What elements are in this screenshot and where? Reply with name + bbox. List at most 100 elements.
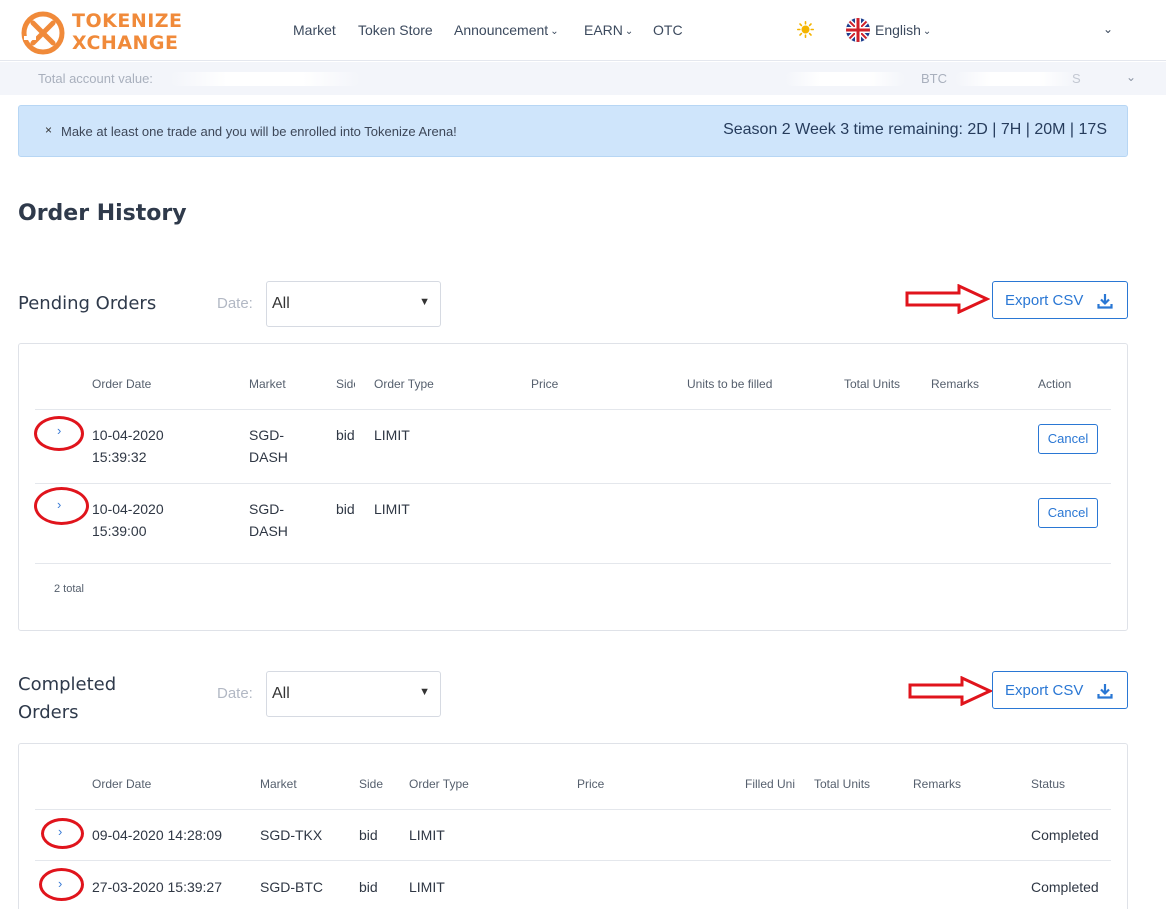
top-navbar: TOKENIZE XCHANGE Market Token Store Anno…: [0, 0, 1166, 61]
completed-date-value: All: [272, 685, 290, 702]
order-date-time: 15:39:00: [92, 523, 147, 539]
cancel-button[interactable]: Cancel: [1038, 424, 1098, 454]
col-side: Side: [359, 777, 384, 791]
pending-orders-title: Pending Orders: [18, 293, 157, 314]
page-title: Order History: [18, 201, 187, 226]
completed-orders-title: Completed Orders: [18, 671, 116, 727]
expand-row-icon[interactable]: ›: [58, 824, 62, 839]
btc-label: BTC: [921, 71, 947, 86]
col-side: Side: [336, 377, 355, 391]
order-date: 09-04-2020 14:28:09: [92, 827, 222, 843]
chevron-down-icon: ⌄: [624, 26, 634, 37]
completed-title-line-1: Completed: [18, 674, 117, 695]
currency-suffix: S: [1072, 71, 1081, 86]
close-icon[interactable]: ×: [45, 123, 52, 137]
annotation-arrow: [905, 284, 990, 314]
download-icon: [1097, 294, 1113, 309]
nav-announcement-label: Announcement: [454, 22, 549, 38]
completed-date-select[interactable]: All ▼: [266, 671, 441, 717]
order-date: 10-04-2020 15:39:00: [92, 498, 164, 542]
col-order-date: Order Date: [92, 377, 152, 391]
side: bid: [336, 427, 355, 443]
order-type: LIMIT: [409, 879, 445, 895]
export-csv-label: Export CSV: [1005, 682, 1084, 699]
col-order-date: Order Date: [92, 777, 152, 791]
completed-date-label: Date:: [217, 685, 253, 702]
redacted-value: [170, 72, 360, 86]
col-status: Status: [1031, 777, 1066, 791]
col-remarks: Remarks: [913, 777, 962, 791]
market: SGD- DASH: [249, 424, 288, 468]
nav-earn[interactable]: EARN ⌄: [584, 22, 633, 38]
order-date-time: 15:39:32: [92, 449, 147, 465]
chevron-down-icon[interactable]: ⌄: [1126, 70, 1136, 84]
order-type: LIMIT: [374, 427, 410, 443]
status: Completed: [1031, 827, 1099, 843]
nav-otc[interactable]: OTC: [653, 22, 683, 38]
status: Completed: [1031, 879, 1099, 895]
language-selector[interactable]: English ⌄: [875, 22, 931, 38]
chevron-down-icon: ⌄: [550, 26, 559, 37]
nav-earn-label: EARN: [584, 22, 623, 38]
cancel-button[interactable]: Cancel: [1038, 498, 1098, 528]
side: bid: [359, 879, 378, 895]
header-divider: [35, 409, 1111, 410]
market-part-1: SGD-: [249, 501, 284, 517]
pending-orders-table: Order Date Market Side Order Type Price …: [18, 343, 1128, 631]
completed-title-line-2: Orders: [18, 702, 79, 723]
sun-icon[interactable]: [797, 21, 814, 38]
market-part-1: SGD-: [249, 427, 284, 443]
row-divider: [35, 860, 1111, 861]
completed-export-csv-button[interactable]: Export CSV: [992, 671, 1128, 709]
row-divider: [35, 563, 1111, 564]
col-order-type: Order Type: [409, 777, 469, 791]
annotation-arrow: [908, 676, 993, 706]
uk-flag-icon: [846, 18, 870, 42]
language-label: English: [875, 22, 921, 38]
order-type: LIMIT: [374, 501, 410, 517]
brand-line-2: XCHANGE: [72, 32, 179, 54]
order-date: 10-04-2020 15:39:32: [92, 424, 164, 468]
pending-export-csv-button[interactable]: Export CSV: [992, 281, 1128, 319]
col-remarks: Remarks: [931, 377, 980, 391]
col-filled-units: Filled Units: [745, 777, 795, 791]
nav-token-store[interactable]: Token Store: [358, 22, 433, 38]
chevron-down-icon: ⌄: [922, 26, 932, 37]
caret-down-icon: ▼: [419, 686, 430, 698]
order-date-day: 10-04-2020: [92, 501, 164, 517]
caret-down-icon: ▼: [419, 296, 430, 308]
col-order-type: Order Type: [374, 377, 434, 391]
market: SGD- DASH: [249, 498, 288, 542]
market-part-2: DASH: [249, 449, 288, 465]
row-divider: [35, 483, 1111, 484]
redacted-value: [785, 72, 905, 86]
order-date-day: 10-04-2020: [92, 427, 164, 443]
market-part-2: DASH: [249, 523, 288, 539]
nav-announcement[interactable]: Announcement ⌄: [454, 22, 559, 38]
arena-banner: × Make at least one trade and you will b…: [18, 105, 1128, 157]
col-price: Price: [531, 377, 559, 391]
col-total-units: Total Units: [814, 777, 871, 791]
col-market: Market: [260, 777, 297, 791]
banner-message: Make at least one trade and you will be …: [61, 124, 457, 139]
col-market: Market: [249, 377, 286, 391]
expand-row-icon[interactable]: ›: [57, 423, 61, 438]
pending-total-count: 2 total: [54, 583, 84, 595]
order-date: 27-03-2020 15:39:27: [92, 879, 222, 895]
expand-row-icon[interactable]: ›: [57, 497, 61, 512]
order-type: LIMIT: [409, 827, 445, 843]
side: bid: [336, 501, 355, 517]
completed-orders-table: Order Date Market Side Order Type Price …: [18, 743, 1128, 909]
brand-logo[interactable]: TOKENIZE XCHANGE: [20, 8, 200, 55]
nav-market[interactable]: Market: [293, 22, 336, 38]
col-action: Action: [1038, 377, 1072, 391]
account-menu-chevron-icon[interactable]: ⌄: [1103, 22, 1113, 36]
redacted-value: [955, 72, 1075, 86]
col-units-to-be-filled: Units to be filled: [687, 377, 773, 391]
page: TOKENIZE XCHANGE Market Token Store Anno…: [0, 0, 1166, 909]
expand-row-icon[interactable]: ›: [58, 876, 62, 891]
pending-date-select[interactable]: All ▼: [266, 281, 441, 327]
account-value-bar: Total account value: BTC S ⌄: [0, 62, 1166, 95]
annotation-circle: [34, 487, 89, 525]
market: SGD-TKX: [260, 827, 323, 843]
